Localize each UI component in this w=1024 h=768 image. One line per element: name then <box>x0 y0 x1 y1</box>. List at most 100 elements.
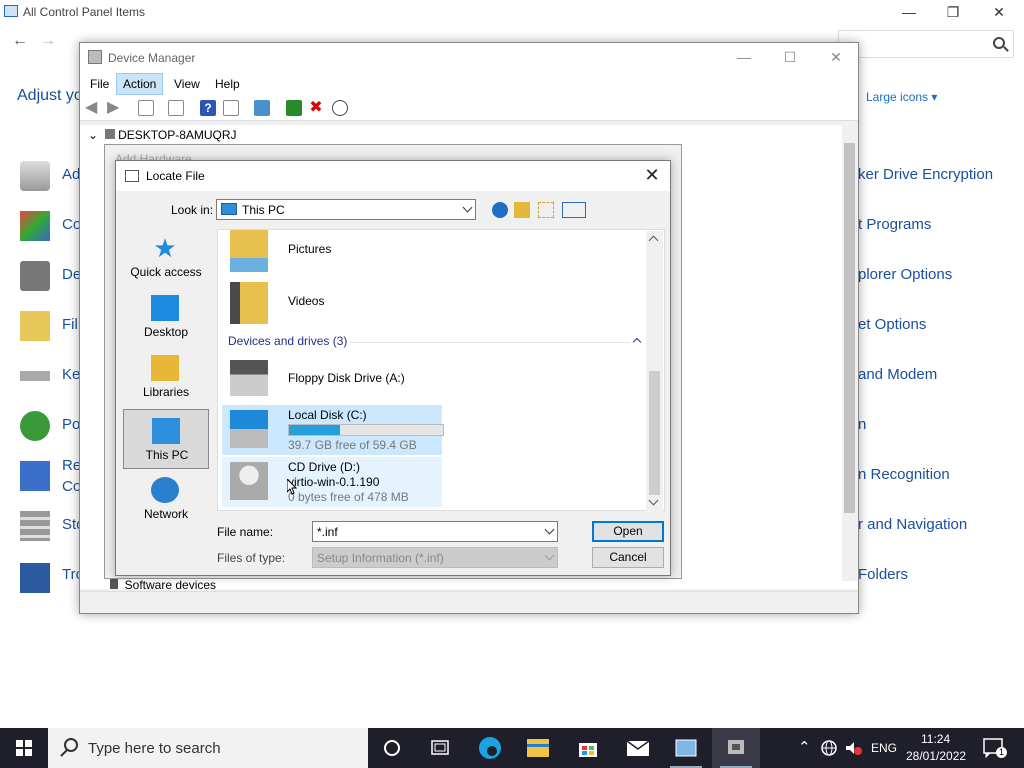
close-button[interactable]: ✕ <box>976 2 1022 22</box>
cp-item-right-9[interactable]: Folders <box>858 566 908 583</box>
cp-item-right-5[interactable]: and Modem <box>858 366 937 383</box>
back-icon[interactable]: ◀ <box>85 100 101 116</box>
device-tree-scroll-thumb[interactable] <box>844 143 855 513</box>
libraries-icon <box>151 355 179 381</box>
file-explorer-app[interactable] <box>514 728 562 768</box>
new-folder-icon[interactable] <box>538 202 554 218</box>
place-quick-access[interactable]: ★ Quick access <box>123 227 209 287</box>
cp-item-right-3[interactable]: plorer Options <box>858 266 952 283</box>
cp-item-right-4[interactable]: et Options <box>858 316 926 333</box>
dm-minimize-button[interactable]: — <box>724 49 764 65</box>
search-icon <box>60 738 78 757</box>
windows-logo-icon <box>16 740 32 756</box>
remote-app-icon <box>20 461 50 491</box>
file-list: Pictures Videos Devices and drives (3) F… <box>217 229 665 511</box>
cp-item-right-6[interactable]: n <box>858 416 866 433</box>
task-view-button[interactable] <box>416 728 464 768</box>
edge-icon <box>479 737 501 759</box>
file-name-value: *.inf <box>317 525 338 539</box>
tree-root[interactable]: ⌄ DESKTOP-8AMUQRJ <box>88 128 237 142</box>
collapse-chevron-icon[interactable] <box>632 337 642 347</box>
expand-chevron-icon[interactable]: ⌄ <box>88 128 98 142</box>
tree-item-software-devices[interactable]: Software devices <box>110 578 216 592</box>
store-app[interactable] <box>564 728 612 768</box>
file-list-scroll-thumb[interactable] <box>649 371 660 495</box>
uninstall-icon[interactable]: ✖ <box>308 100 324 116</box>
update-driver-icon[interactable] <box>286 100 302 116</box>
language-indicator[interactable]: ENG <box>871 741 897 755</box>
open-button[interactable]: Open <box>592 521 664 542</box>
start-button[interactable] <box>0 728 48 768</box>
cp-item-right-1[interactable]: ker Drive Encryption <box>858 166 993 183</box>
device-manager-app[interactable] <box>712 728 760 768</box>
properties-icon[interactable] <box>138 100 154 116</box>
device-manager-taskbar-icon <box>728 740 744 754</box>
details-icon[interactable] <box>168 100 184 116</box>
files-of-type-dropdown[interactable]: Setup Information (*.inf) <box>312 547 558 568</box>
network-globe-icon[interactable] <box>819 738 839 758</box>
forward-icon[interactable]: ▶ <box>107 100 123 116</box>
back-arrow-icon[interactable]: ← <box>12 32 28 50</box>
adjust-settings-heading: Adjust yo <box>17 87 83 104</box>
device-tree-scrollbar[interactable] <box>842 125 858 581</box>
folder-name: Videos <box>288 294 325 308</box>
place-this-pc[interactable]: This PC <box>123 409 209 469</box>
cp-item-left-1[interactable]: Ad <box>62 166 80 183</box>
chevron-down-icon <box>544 550 555 561</box>
control-panel-search-input[interactable] <box>838 30 1014 58</box>
dm-close-button[interactable]: ✕ <box>816 49 856 66</box>
view-icon[interactable] <box>223 100 239 116</box>
device-manager-toolbar: ◀ ▶ ? ✖ <box>80 95 858 121</box>
edge-app[interactable] <box>466 728 514 768</box>
scan-hardware-icon[interactable] <box>254 100 270 116</box>
files-of-type-value: Setup Information (*.inf) <box>317 551 444 565</box>
cortana-button[interactable] <box>368 728 416 768</box>
menu-view[interactable]: View <box>168 73 206 95</box>
place-network[interactable]: Network <box>123 469 209 529</box>
clock-time[interactable]: 11:24 <box>921 732 950 746</box>
scroll-up-icon[interactable] <box>648 235 659 246</box>
cp-item-left-5[interactable]: Ke <box>62 366 80 383</box>
taskbar-search-box[interactable]: Type here to search <box>48 728 368 768</box>
clock-date[interactable]: 28/01/2022 <box>906 749 966 763</box>
view-by-dropdown[interactable]: Large icons ▾ <box>866 90 937 104</box>
menu-help[interactable]: Help <box>209 73 246 95</box>
control-panel-app[interactable] <box>662 728 710 768</box>
desktop-icon <box>151 295 179 321</box>
color-management-icon <box>20 211 50 241</box>
file-name-input[interactable]: *.inf <box>312 521 558 542</box>
maximize-button[interactable]: ❐ <box>930 2 976 22</box>
back-circle-icon[interactable] <box>492 202 508 218</box>
dialog-close-button[interactable]: ✕ <box>642 165 662 186</box>
menu-file[interactable]: File <box>84 73 115 95</box>
forward-arrow-icon[interactable]: → <box>40 32 56 50</box>
admin-tools-icon <box>20 161 50 191</box>
cortana-circle-icon <box>384 740 400 756</box>
look-in-dropdown[interactable]: This PC <box>216 199 476 220</box>
volume-muted-icon[interactable] <box>843 738 863 758</box>
help-icon[interactable]: ? <box>200 100 216 116</box>
cancel-button[interactable]: Cancel <box>592 547 664 568</box>
folder-name: Pictures <box>288 242 332 256</box>
scroll-down-icon[interactable] <box>648 495 659 506</box>
minimize-button[interactable]: — <box>886 2 932 22</box>
up-folder-icon[interactable] <box>514 202 530 218</box>
show-hidden-icons-chevron-icon[interactable]: ⌃ <box>798 738 811 756</box>
devices-group-header[interactable]: Devices and drives (3) <box>228 334 347 348</box>
cp-item-left-4[interactable]: Fil <box>62 316 78 333</box>
keyboard-icon <box>20 371 50 381</box>
mail-app[interactable] <box>614 728 662 768</box>
chevron-down-icon[interactable] <box>544 524 555 535</box>
cp-item-right-2[interactable]: t Programs <box>858 216 931 233</box>
place-desktop[interactable]: Desktop <box>123 287 209 347</box>
place-libraries[interactable]: Libraries <box>123 347 209 407</box>
view-menu-icon[interactable] <box>562 202 586 218</box>
cp-item-left-6[interactable]: Po <box>62 416 80 433</box>
cp-item-right-8[interactable]: r and Navigation <box>858 516 967 533</box>
download-icon[interactable] <box>332 100 348 116</box>
dm-maximize-button[interactable]: ☐ <box>770 49 810 66</box>
menu-action[interactable]: Action <box>116 73 164 95</box>
drive-name: Floppy Disk Drive (A:) <box>288 371 405 385</box>
cp-item-right-7[interactable]: n Recognition <box>858 466 950 483</box>
file-list-scrollbar[interactable] <box>646 231 663 511</box>
